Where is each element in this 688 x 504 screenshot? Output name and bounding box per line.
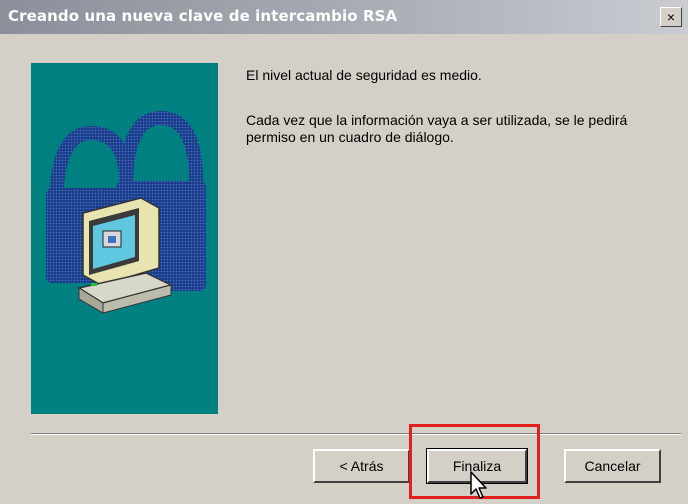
security-level-text: El nivel actual de seguridad es medio. (246, 67, 482, 83)
separator (31, 433, 681, 435)
window-title: Creando una nueva clave de intercambio R… (8, 7, 398, 25)
title-bar: Creando una nueva clave de intercambio R… (0, 0, 688, 34)
computer-with-padlock-icon (46, 110, 206, 314)
close-button[interactable]: × (660, 7, 682, 27)
permission-info-text: Cada vez que la información vaya a ser u… (246, 112, 628, 145)
wizard-image-panel (31, 63, 218, 414)
mouse-pointer-icon (470, 471, 487, 499)
back-button[interactable]: < Atrás (313, 449, 410, 483)
cancel-button[interactable]: Cancelar (564, 449, 661, 483)
